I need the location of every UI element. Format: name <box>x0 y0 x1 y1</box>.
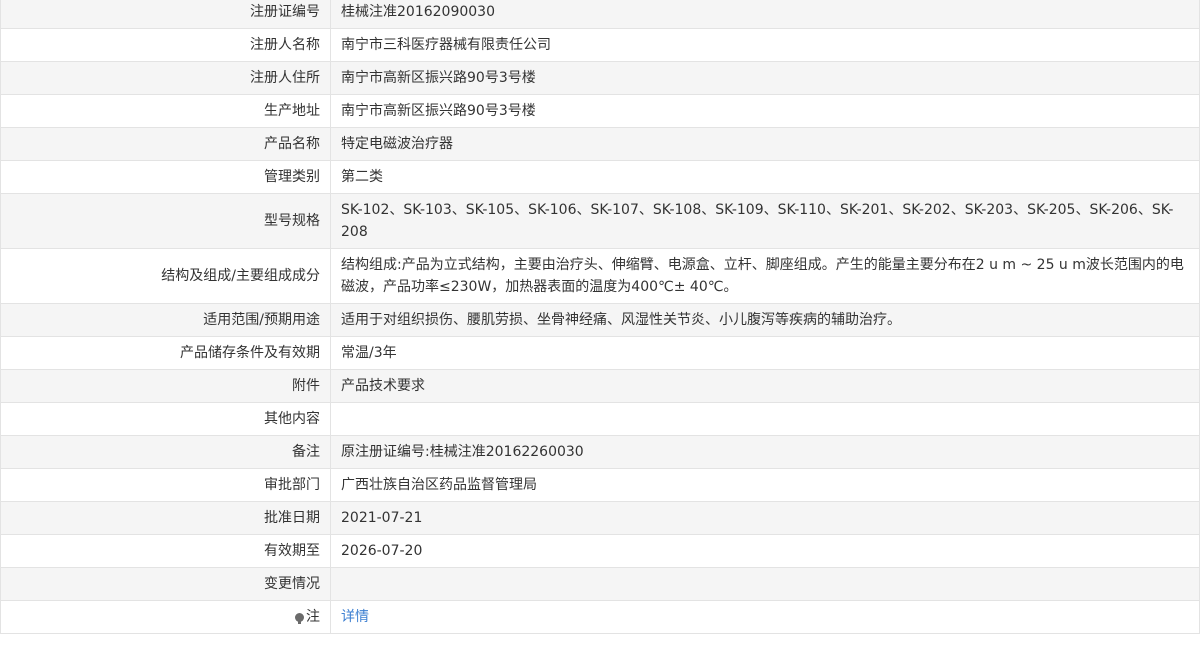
field-value-note: 详情 <box>330 600 1200 634</box>
table-row: 产品储存条件及有效期 常温/3年 <box>0 336 1200 370</box>
field-value-attachment: 产品技术要求 <box>330 369 1200 403</box>
table-row: 结构及组成/主要组成成分 结构组成:产品为立式结构，主要由治疗头、伸缩臂、电源盒… <box>0 248 1200 304</box>
table-row: 有效期至 2026-07-20 <box>0 534 1200 568</box>
field-label-management-category: 管理类别 <box>0 160 331 194</box>
field-value-approval-department: 广西壮族自治区药品监督管理局 <box>330 468 1200 502</box>
field-label-approval-department: 审批部门 <box>0 468 331 502</box>
field-label-other-content: 其他内容 <box>0 402 331 436</box>
field-value-production-address: 南宁市高新区振兴路90号3号楼 <box>330 94 1200 128</box>
field-value-model-spec: SK-102、SK-103、SK-105、SK-106、SK-107、SK-10… <box>330 193 1200 249</box>
field-label-production-address: 生产地址 <box>0 94 331 128</box>
table-row: 审批部门 广西壮族自治区药品监督管理局 <box>0 468 1200 502</box>
table-row: 批准日期 2021-07-21 <box>0 501 1200 535</box>
table-row: 型号规格 SK-102、SK-103、SK-105、SK-106、SK-107、… <box>0 193 1200 249</box>
field-label-storage-validity: 产品储存条件及有效期 <box>0 336 331 370</box>
table-row: 产品名称 特定电磁波治疗器 <box>0 127 1200 161</box>
table-row: 注册证编号 桂械注准20162090030 <box>0 0 1200 29</box>
table-row: 适用范围/预期用途 适用于对组织损伤、腰肌劳损、坐骨神经痛、风湿性关节炎、小儿腹… <box>0 303 1200 337</box>
bulb-icon <box>295 613 304 624</box>
table-row: 注册人名称 南宁市三科医疗器械有限责任公司 <box>0 28 1200 62</box>
table-row: 管理类别 第二类 <box>0 160 1200 194</box>
field-label-product-name: 产品名称 <box>0 127 331 161</box>
note-label-text: 注 <box>306 609 320 625</box>
field-value-approval-date: 2021-07-21 <box>330 501 1200 535</box>
field-value-structure-composition: 结构组成:产品为立式结构，主要由治疗头、伸缩臂、电源盒、立杆、脚座组成。产生的能… <box>330 248 1200 304</box>
field-value-remarks: 原注册证编号:桂械注准20162260030 <box>330 435 1200 469</box>
field-label-registrant-name: 注册人名称 <box>0 28 331 62</box>
field-label-intended-use: 适用范围/预期用途 <box>0 303 331 337</box>
field-label-remarks: 备注 <box>0 435 331 469</box>
field-value-registrant-name: 南宁市三科医疗器械有限责任公司 <box>330 28 1200 62</box>
field-label-model-spec: 型号规格 <box>0 193 331 249</box>
field-value-storage-validity: 常温/3年 <box>330 336 1200 370</box>
field-label-note: 注 <box>0 600 331 634</box>
field-label-registration-number: 注册证编号 <box>0 0 331 29</box>
field-label-change-history: 变更情况 <box>0 567 331 601</box>
field-value-registration-number: 桂械注准20162090030 <box>330 0 1200 29</box>
field-value-intended-use: 适用于对组织损伤、腰肌劳损、坐骨神经痛、风湿性关节炎、小儿腹泻等疾病的辅助治疗。 <box>330 303 1200 337</box>
table-row: 附件 产品技术要求 <box>0 369 1200 403</box>
field-label-attachment: 附件 <box>0 369 331 403</box>
field-label-valid-until: 有效期至 <box>0 534 331 568</box>
table-row: 注 详情 <box>0 600 1200 634</box>
details-link[interactable]: 详情 <box>341 609 369 625</box>
field-label-structure-composition: 结构及组成/主要组成成分 <box>0 248 331 304</box>
registration-detail-table: 注册证编号 桂械注准20162090030 注册人名称 南宁市三科医疗器械有限责… <box>0 0 1200 634</box>
field-value-change-history <box>330 567 1200 601</box>
field-value-valid-until: 2026-07-20 <box>330 534 1200 568</box>
field-value-registrant-address: 南宁市高新区振兴路90号3号楼 <box>330 61 1200 95</box>
field-label-registrant-address: 注册人住所 <box>0 61 331 95</box>
table-row: 注册人住所 南宁市高新区振兴路90号3号楼 <box>0 61 1200 95</box>
field-value-management-category: 第二类 <box>330 160 1200 194</box>
table-row: 备注 原注册证编号:桂械注准20162260030 <box>0 435 1200 469</box>
field-value-product-name: 特定电磁波治疗器 <box>330 127 1200 161</box>
table-row: 变更情况 <box>0 567 1200 601</box>
table-row: 生产地址 南宁市高新区振兴路90号3号楼 <box>0 94 1200 128</box>
field-value-other-content <box>330 402 1200 436</box>
table-row: 其他内容 <box>0 402 1200 436</box>
field-label-approval-date: 批准日期 <box>0 501 331 535</box>
